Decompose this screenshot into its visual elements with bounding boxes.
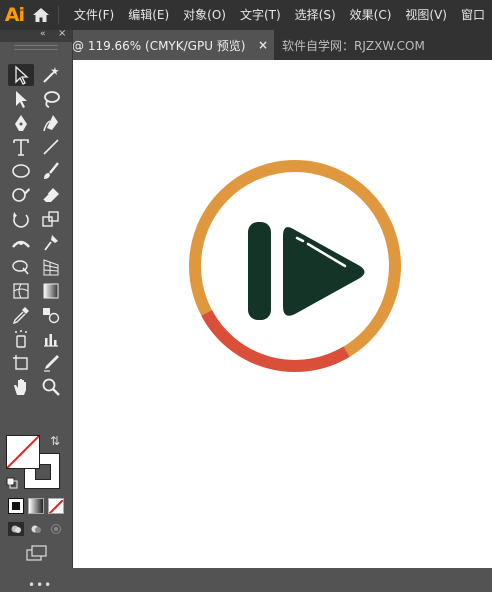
rotate-tool-icon[interactable]: [8, 208, 34, 230]
close-panel-icon[interactable]: ×: [58, 28, 66, 39]
artboard-tool-icon[interactable]: [8, 352, 34, 374]
draw-normal-button[interactable]: [8, 522, 24, 536]
mesh-tool-icon[interactable]: [8, 280, 34, 302]
swap-fill-stroke-icon[interactable]: ⇅: [50, 434, 60, 448]
edit-toolbar-more-icon[interactable]: •••: [28, 578, 52, 592]
app-logo: Ai: [4, 4, 25, 26]
symbol-sprayer-tool-icon[interactable]: [8, 328, 34, 350]
menu-divider: [58, 6, 59, 24]
menu-window[interactable]: 窗口: [454, 0, 492, 30]
ellipse-tool-icon[interactable]: [8, 160, 34, 182]
menu-select[interactable]: 选择(S): [288, 0, 343, 30]
tab-watermark-text: 软件自学网：RJZXW.COM: [282, 38, 425, 53]
hand-tool-icon[interactable]: [8, 376, 34, 398]
gradient-mode-button[interactable]: [28, 498, 44, 514]
menu-edit[interactable]: 编辑(E): [121, 0, 176, 30]
perspective-grid-tool-icon[interactable]: [38, 256, 64, 278]
artboard-canvas[interactable]: [73, 60, 492, 568]
draw-inside-button[interactable]: [48, 522, 64, 536]
tab-close-button[interactable]: ×: [258, 38, 268, 52]
eyedropper-tool-icon[interactable]: [8, 304, 34, 326]
menu-type[interactable]: 文字(T): [233, 0, 288, 30]
slice-tool-icon[interactable]: [38, 352, 64, 374]
home-icon[interactable]: [29, 0, 54, 30]
pause-bar-shape: [248, 222, 271, 320]
play-button-artwork[interactable]: [187, 158, 403, 374]
panel-header: « ×: [0, 28, 72, 42]
curvature-tool-icon[interactable]: [38, 112, 64, 134]
paintbrush-tool-icon[interactable]: [38, 160, 64, 182]
selection-tool-icon[interactable]: [8, 64, 34, 86]
menu-bar: Ai 文件(F) 编辑(E) 对象(O) 文字(T) 选择(S) 效果(C) 视…: [0, 0, 492, 30]
column-graph-tool-icon[interactable]: [38, 328, 64, 350]
tab-active-document[interactable]: @ 119.66% (CMYK/GPU 预览) ×: [72, 30, 274, 60]
eraser-tool-icon[interactable]: [38, 184, 64, 206]
type-tool-icon[interactable]: [8, 136, 34, 158]
pen-tool-icon[interactable]: [8, 112, 34, 134]
puppet-warp-tool-icon[interactable]: [38, 232, 64, 254]
zoom-tool-icon[interactable]: [38, 376, 64, 398]
screen-mode-icon[interactable]: [26, 545, 48, 563]
gradient-tool-icon[interactable]: [38, 280, 64, 302]
collapse-panel-icon[interactable]: «: [40, 29, 45, 39]
line-segment-tool-icon[interactable]: [38, 136, 64, 158]
shaper-tool-icon[interactable]: [8, 184, 34, 206]
color-mode-button[interactable]: [8, 498, 24, 514]
menu-view[interactable]: 视图(V): [398, 0, 454, 30]
none-mode-button[interactable]: [48, 498, 64, 514]
tools-panel: « × ⇅ •••: [0, 28, 73, 592]
menu-object[interactable]: 对象(O): [176, 0, 233, 30]
draw-behind-button[interactable]: [28, 522, 44, 536]
menu-file[interactable]: 文件(F): [67, 0, 121, 30]
lasso-tool-icon[interactable]: [38, 88, 64, 110]
tab-title: @ 119.66% (CMYK/GPU 预览): [72, 38, 246, 53]
menu-effect[interactable]: 效果(C): [343, 0, 399, 30]
direct-selection-tool-icon[interactable]: [8, 88, 34, 110]
play-triangle-shape: [283, 227, 365, 316]
document-tab-bar: @ 119.66% (CMYK/GPU 预览) × 软件自学网：RJZXW.CO…: [72, 30, 492, 60]
shape-builder-tool-icon[interactable]: [8, 256, 34, 278]
default-fill-stroke-icon[interactable]: [6, 474, 18, 489]
width-tool-icon[interactable]: [8, 232, 34, 254]
scale-tool-icon[interactable]: [38, 208, 64, 230]
panel-grip[interactable]: [14, 45, 58, 50]
magic-wand-tool-icon[interactable]: [38, 64, 64, 86]
fill-color-swatch[interactable]: [6, 435, 40, 469]
blend-tool-icon[interactable]: [38, 304, 64, 326]
ring-red-arc: [201, 310, 350, 372]
